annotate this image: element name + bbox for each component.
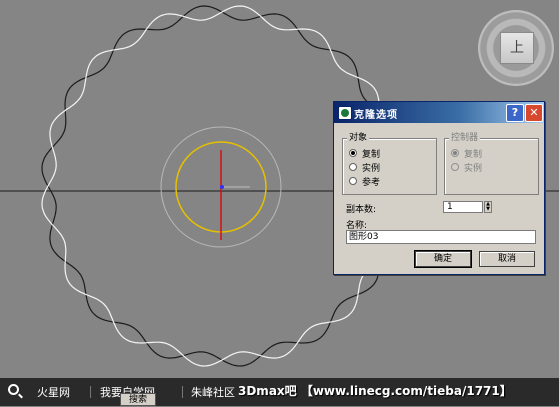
divider — [90, 386, 91, 398]
help-button[interactable]: ? — [506, 104, 524, 122]
controller-instance-radio: 实例 — [451, 161, 482, 174]
cancel-button[interactable]: 取消 — [479, 251, 535, 267]
watermark-text: 3Dmax吧 【www.linecg.com/tieba/1771】 — [238, 384, 512, 398]
search-icon[interactable] — [8, 384, 19, 395]
copies-input[interactable]: 1 — [443, 201, 483, 213]
link-zhufeng[interactable]: 朱峰社区 — [191, 384, 235, 400]
object-reference-radio[interactable]: 参考 — [349, 175, 380, 188]
link-huoxing[interactable]: 火星网 — [37, 384, 70, 400]
ok-button[interactable]: 确定 — [414, 250, 472, 268]
search-tab[interactable]: 搜索 — [120, 393, 156, 406]
bottom-link-bar: 火星网 我要自学网 朱峰社区 3Dmax吧 【www.linecg.com/ti… — [0, 378, 559, 406]
controller-group: 控制器 复制 实例 — [444, 133, 539, 195]
viewport[interactable]: 上 克隆选项 ? ✕ 对象 复制 实例 参考 控制器 复制 实例 副本数: 1 … — [0, 0, 559, 378]
app-icon — [338, 106, 352, 120]
radio-dot[interactable] — [349, 163, 357, 171]
dialog-title: 克隆选项 — [354, 110, 398, 121]
object-group-label: 对象 — [347, 133, 370, 144]
object-instance-radio[interactable]: 实例 — [349, 161, 380, 174]
radio-dot[interactable] — [349, 177, 357, 185]
divider — [182, 386, 183, 398]
controller-group-label: 控制器 — [449, 133, 481, 144]
name-input[interactable]: 图形03 — [346, 230, 536, 244]
dialog-titlebar[interactable]: 克隆选项 ? ✕ — [334, 102, 544, 123]
gizmo-center[interactable] — [220, 185, 224, 189]
radio-dot — [451, 149, 459, 157]
viewcube[interactable]: 上 — [478, 10, 554, 86]
clone-options-dialog: 克隆选项 ? ✕ 对象 复制 实例 参考 控制器 复制 实例 副本数: 1 ▲ … — [333, 101, 545, 275]
object-group: 对象 复制 实例 参考 — [342, 133, 437, 195]
copies-label: 副本数: — [346, 205, 377, 215]
radio-dot[interactable] — [349, 149, 357, 157]
controller-copy-radio: 复制 — [451, 147, 482, 160]
copies-spinner[interactable]: ▲ ▼ — [484, 201, 492, 213]
close-button[interactable]: ✕ — [525, 104, 543, 122]
radio-dot — [451, 163, 459, 171]
viewcube-top-face[interactable]: 上 — [500, 32, 534, 64]
object-copy-radio[interactable]: 复制 — [349, 147, 380, 160]
